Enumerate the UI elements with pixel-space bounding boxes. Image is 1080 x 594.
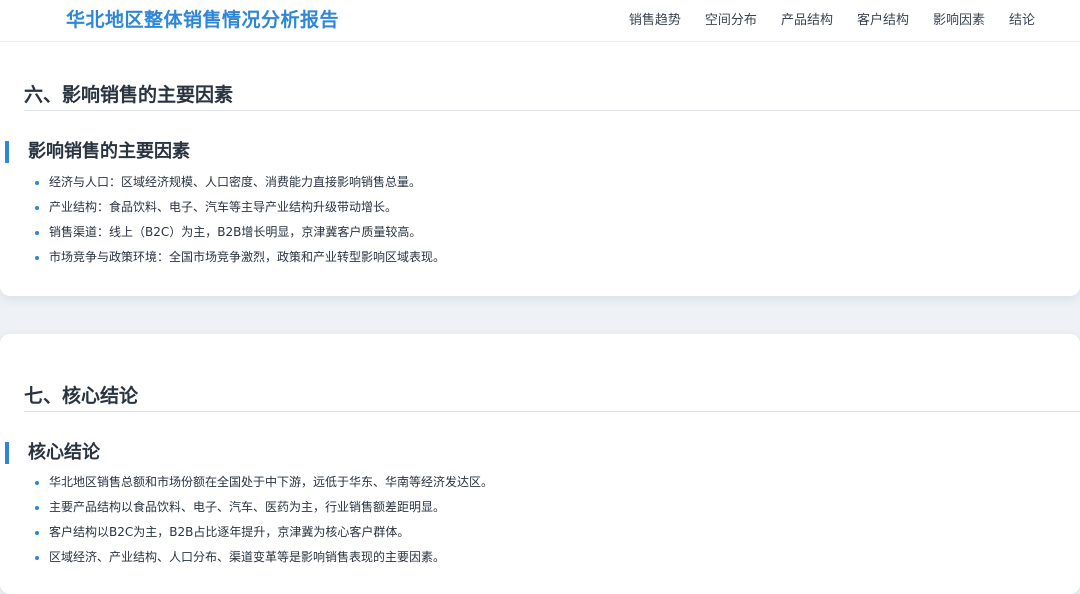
list-item: 产业结构：食品饮料、电子、汽车等主导产业结构升级带动增长。 xyxy=(35,197,445,222)
factors-section-divider xyxy=(24,110,1080,111)
list-item: 华北地区销售总额和市场份额在全国处于中下游，远低于华东、华南等经济发达区。 xyxy=(35,472,493,497)
factors-section-title: 六、影响销售的主要因素 xyxy=(24,84,234,106)
factors-list: 经济与人口：区域经济规模、人口密度、消费能力直接影响销售总量。 产业结构：食品饮… xyxy=(35,172,445,272)
conclusion-subsection-title: 核心结论 xyxy=(5,442,100,464)
list-item: 市场竞争与政策环境：全国市场竞争激烈，政策和产业转型影响区域表现。 xyxy=(35,247,445,272)
nav-link-sales-trend[interactable]: 销售趋势 xyxy=(629,9,681,28)
list-item: 区域经济、产业结构、人口分布、渠道变革等是影响销售表现的主要因素。 xyxy=(35,547,493,572)
conclusion-section-card: 七、核心结论 核心结论 华北地区销售总额和市场份额在全国处于中下游，远低于华东、… xyxy=(0,334,1080,594)
nav-link-spatial-distribution[interactable]: 空间分布 xyxy=(705,9,757,28)
nav-link-product-structure[interactable]: 产品结构 xyxy=(781,9,833,28)
nav-menu: 销售趋势 空间分布 产品结构 客户结构 影响因素 结论 xyxy=(629,9,1035,28)
list-item: 客户结构以B2C为主，B2B占比逐年提升，京津冀为核心客户群体。 xyxy=(35,522,493,547)
top-navigation-bar: 华北地区整体销售情况分析报告 销售趋势 空间分布 产品结构 客户结构 影响因素 … xyxy=(0,0,1080,42)
conclusion-section-divider xyxy=(24,411,1080,412)
nav-link-conclusion[interactable]: 结论 xyxy=(1009,9,1035,28)
conclusion-section-title: 七、核心结论 xyxy=(24,385,139,407)
conclusion-list: 华北地区销售总额和市场份额在全国处于中下游，远低于华东、华南等经济发达区。 主要… xyxy=(35,472,493,572)
list-item: 销售渠道：线上（B2C）为主，B2B增长明显，京津冀客户质量较高。 xyxy=(35,222,445,247)
report-title: 华北地区整体销售情况分析报告 xyxy=(66,9,340,31)
factors-section-card: 六、影响销售的主要因素 影响销售的主要因素 经济与人口：区域经济规模、人口密度、… xyxy=(0,42,1080,296)
list-item: 经济与人口：区域经济规模、人口密度、消费能力直接影响销售总量。 xyxy=(35,172,445,197)
list-item: 主要产品结构以食品饮料、电子、汽车、医药为主，行业销售额差距明显。 xyxy=(35,497,493,522)
factors-subsection-title: 影响销售的主要因素 xyxy=(5,141,190,163)
nav-link-customer-structure[interactable]: 客户结构 xyxy=(857,9,909,28)
nav-link-influencing-factors[interactable]: 影响因素 xyxy=(933,9,985,28)
